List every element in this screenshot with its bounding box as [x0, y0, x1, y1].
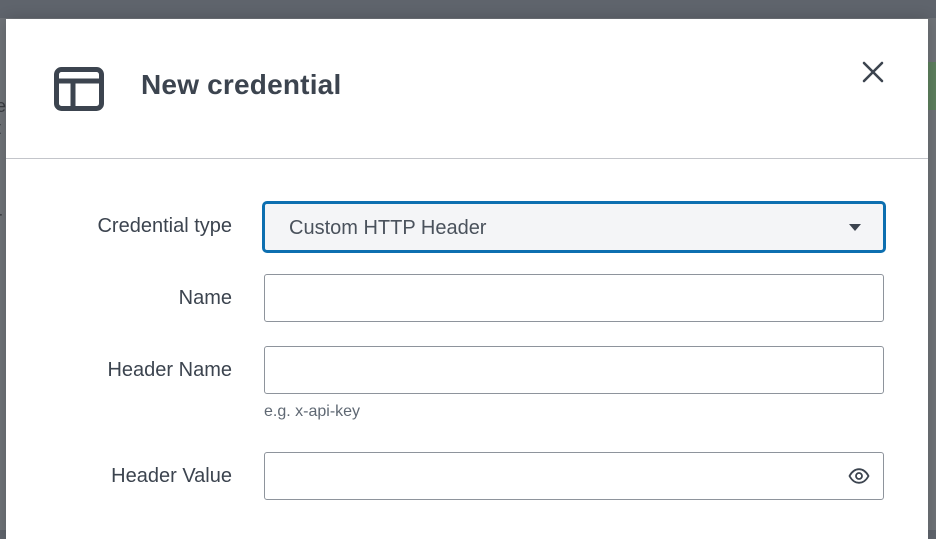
credential-type-value: Custom HTTP Header [289, 217, 487, 239]
header-name-field[interactable] [265, 347, 883, 393]
background-text-fragment: r [0, 208, 2, 229]
chevron-down-icon [849, 224, 861, 231]
modal-header: New credential [6, 19, 928, 159]
header-value-field-wrapper [264, 452, 884, 500]
layout-icon [54, 67, 104, 111]
close-button[interactable] [858, 57, 888, 87]
header-name-field-wrapper [264, 346, 884, 394]
header-name-hint: e.g. x-api-key [264, 403, 361, 420]
credential-type-select[interactable]: Custom HTTP Header [262, 201, 886, 253]
new-credential-modal: New credential Credential type Custom HT… [6, 19, 928, 539]
name-field-wrapper [264, 274, 884, 322]
close-icon [862, 61, 884, 83]
header-name-label: Header Name [107, 359, 232, 381]
header-value-field[interactable] [265, 453, 883, 499]
modal-title: New credential [141, 69, 342, 100]
eye-icon [848, 468, 870, 484]
name-field[interactable] [265, 275, 883, 321]
header-value-label: Header Value [111, 465, 232, 487]
show-value-toggle[interactable] [847, 465, 871, 487]
name-label: Name [178, 287, 232, 309]
background-text-fragment: t [0, 118, 1, 139]
credential-type-label: Credential type [97, 215, 232, 237]
